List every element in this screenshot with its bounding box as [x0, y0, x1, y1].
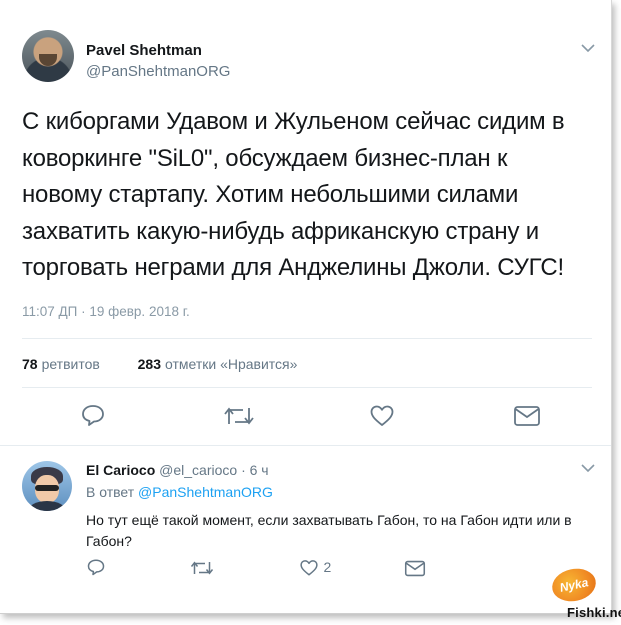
reply-text: Но тут ещё такой момент, если захватыват…	[86, 512, 572, 549]
tweet-stats: 78 ретвитов 283 отметки «Нравится»	[22, 356, 297, 372]
retweets-count: 78	[22, 356, 38, 372]
retweets-stat[interactable]: 78 ретвитов	[22, 356, 100, 372]
replying-to-handle[interactable]: @PanShehtmanORG	[138, 484, 273, 500]
reply-author-name[interactable]: El Carioco	[86, 462, 155, 478]
retweet-icon	[190, 561, 214, 575]
dot-separator: ·	[241, 462, 246, 478]
author-avatar[interactable]	[22, 30, 74, 82]
message-icon	[514, 406, 540, 426]
chevron-down-icon	[581, 44, 595, 53]
like-icon	[300, 560, 318, 576]
reply-button[interactable]	[80, 403, 106, 432]
reply-menu-button[interactable]	[580, 460, 596, 478]
author-name[interactable]: Pavel Shehtman	[86, 42, 202, 59]
divider	[22, 387, 592, 388]
reply-reply-button[interactable]	[86, 558, 106, 581]
likes-label: отметки «Нравится»	[164, 356, 298, 372]
like-icon	[370, 405, 394, 426]
divider	[0, 445, 611, 446]
replying-to-prefix: В ответ	[86, 484, 135, 500]
retweet-button[interactable]	[223, 404, 255, 433]
tweet-text: С киборгами Удавом и Жульеном сейчас сид…	[22, 108, 565, 281]
replying-to: В ответ @PanShehtmanORG	[86, 484, 273, 500]
reply-author-avatar[interactable]	[22, 461, 72, 511]
message-icon	[404, 560, 426, 577]
tweet-menu-button[interactable]	[580, 40, 596, 58]
reply-likes-count: 2	[323, 559, 332, 576]
message-button[interactable]	[513, 405, 541, 432]
reply-age[interactable]: 6 ч	[250, 462, 269, 478]
tweet-card: Pavel Shehtman @PanShehtmanORG С киборга…	[0, 0, 612, 614]
retweets-label: ретвитов	[41, 356, 100, 372]
reply-icon	[87, 559, 105, 576]
author-handle[interactable]: @PanShehtmanORG	[86, 63, 230, 80]
reply-message-button[interactable]	[404, 560, 426, 582]
retweet-icon	[224, 407, 254, 425]
likes-count: 283	[137, 356, 161, 372]
divider	[22, 338, 592, 339]
like-button[interactable]	[369, 404, 395, 433]
chevron-down-icon	[581, 464, 595, 473]
reply-icon	[82, 405, 104, 426]
reply-header: El Carioco @el_carioco · 6 ч	[86, 462, 269, 478]
tweet-timestamp[interactable]: 11:07 ДП · 19 февр. 2018 г.	[22, 304, 190, 319]
reply-author-handle[interactable]: @el_carioco	[159, 462, 237, 478]
reply-like-button[interactable]: 2	[299, 559, 331, 577]
site-watermark: Fishki.net	[567, 605, 621, 620]
reply-retweet-button[interactable]	[190, 559, 214, 582]
likes-stat[interactable]: 283 отметки «Нравится»	[138, 356, 298, 372]
